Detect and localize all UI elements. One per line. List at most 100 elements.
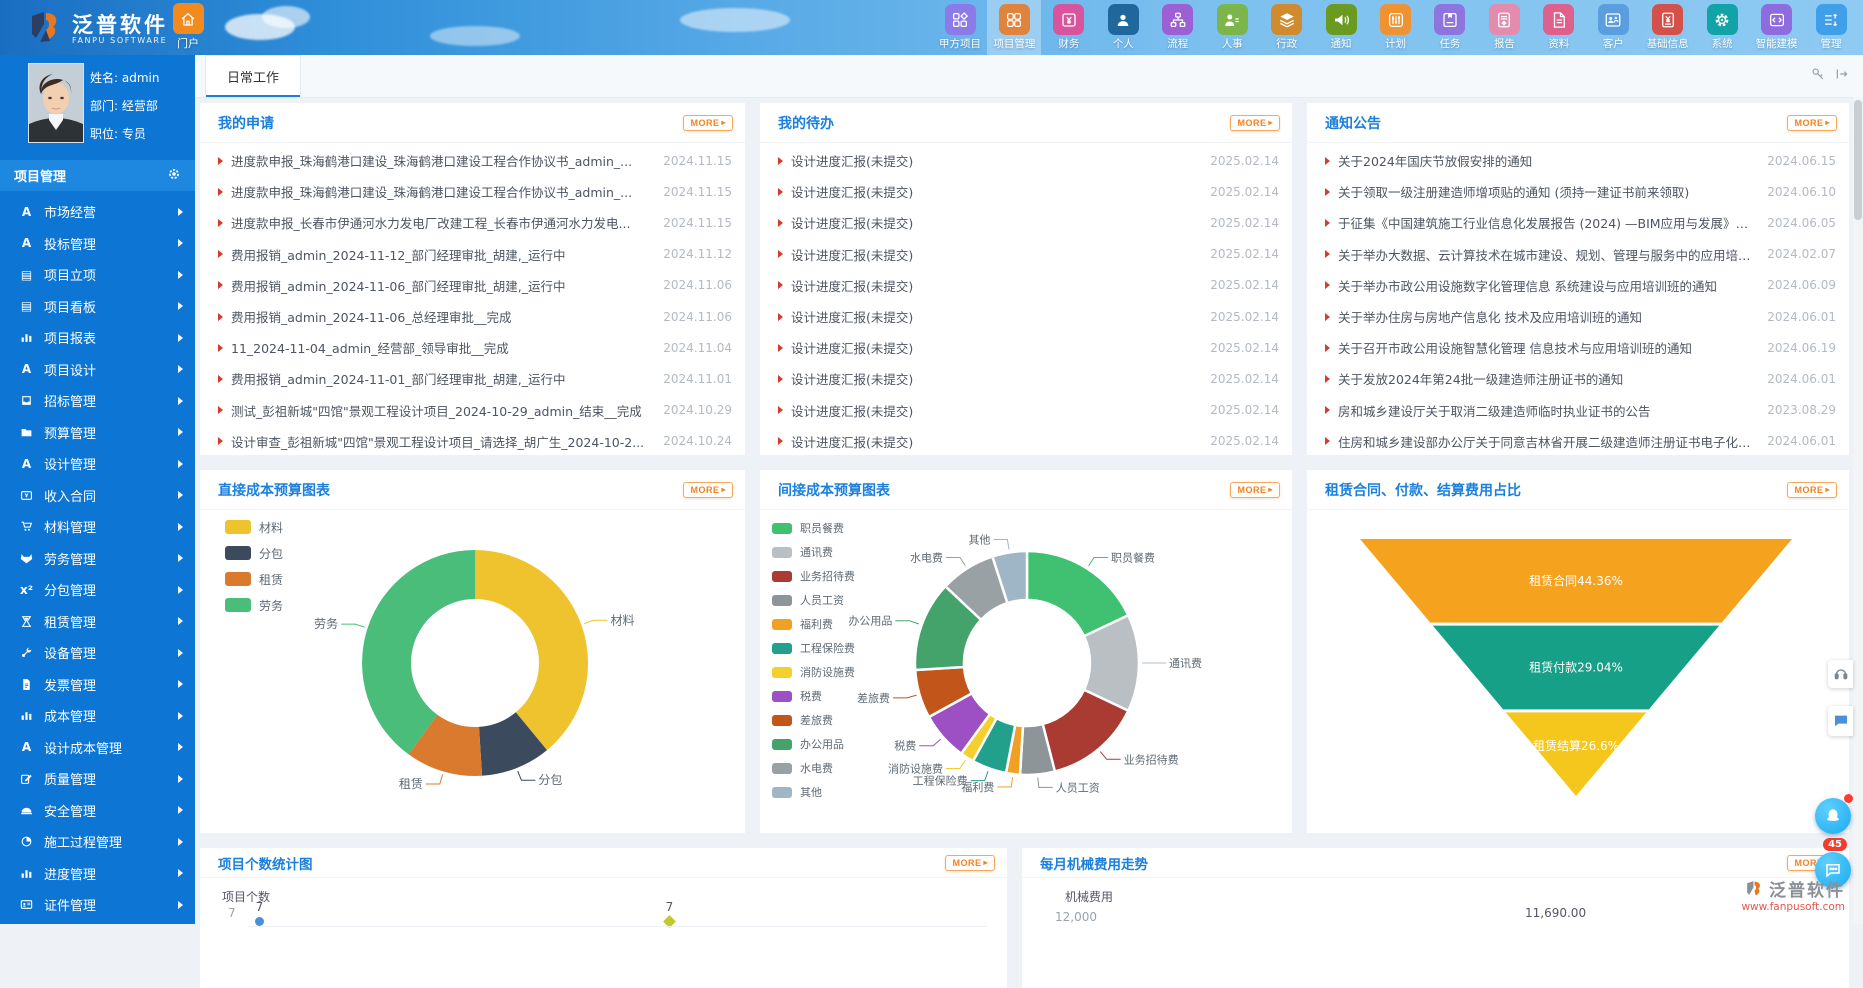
top-nav-item[interactable]: 系统: [1695, 0, 1749, 55]
list-item[interactable]: 关于2024年国庆节放假安排的通知 2024.06.15: [1325, 145, 1836, 176]
top-nav-item[interactable]: 基础信息: [1641, 0, 1695, 55]
list-item[interactable]: 进度款申报_珠海鹤港口建设_珠海鹤港口建设工程合作协议书_admin_... 2…: [218, 176, 732, 207]
list-item[interactable]: 设计进度汇报(未提交) 2025.02.14: [778, 332, 1279, 363]
list-item[interactable]: 11_2024-11-04_admin_经营部_领导审批__完成 2024.11…: [218, 332, 732, 363]
key-icon[interactable]: [1811, 67, 1825, 85]
sidebar-item[interactable]: A 市场经营: [0, 196, 195, 228]
top-nav-item[interactable]: 客户: [1586, 0, 1640, 55]
sidebar-item[interactable]: 预算管理: [0, 417, 195, 449]
list-item[interactable]: 设计进度汇报(未提交) 2025.02.14: [778, 176, 1279, 207]
tab-daily-work[interactable]: 日常工作: [205, 55, 301, 97]
item-date: 2024.10.24: [653, 434, 732, 448]
sidebar-item[interactable]: 招标管理: [0, 385, 195, 417]
list-item[interactable]: 设计进度汇报(未提交) 2025.02.14: [778, 145, 1279, 176]
list-item[interactable]: 设计审查_彭祖新城"四馆"景观工程设计项目_请选择_胡广生_2024-10-2.…: [218, 426, 732, 455]
sidebar-item[interactable]: ▤ 项目看板: [0, 291, 195, 323]
top-nav-item[interactable]: 任务: [1423, 0, 1477, 55]
service-button[interactable]: [1815, 798, 1851, 834]
list-item[interactable]: 设计进度汇报(未提交) 2025.02.14: [778, 426, 1279, 455]
sidebar-item[interactable]: 施工过程管理: [0, 826, 195, 858]
list-item[interactable]: 关于发放2024年第24批一级建造师注册证书的通知 2024.06.01: [1325, 363, 1836, 394]
top-nav-item[interactable]: 流程: [1151, 0, 1205, 55]
sidebar-item[interactable]: 质量管理: [0, 763, 195, 795]
indirect-cost-donut-chart[interactable]: 职员餐费通讯费业务招待费人员工资福利费工程保险费消防设施费税费差旅费办公用品水电…: [760, 470, 1292, 833]
list-item[interactable]: 进度款申报_长春市伊通河水力发电厂改建工程_长春市伊通河水力发电... 2024…: [218, 207, 732, 238]
list-item[interactable]: 费用报销_admin_2024-11-06_部门经理审批_胡建,_运行中 202…: [218, 270, 732, 301]
rental-funnel-chart[interactable]: 租赁合同44.36%租赁付款29.04%租赁结算26.6%: [1307, 470, 1849, 833]
top-nav-item[interactable]: 项目管理: [987, 0, 1041, 55]
top-nav-item[interactable]: 甲方项目: [933, 0, 987, 55]
scrollbar-thumb[interactable]: [1854, 100, 1862, 220]
list-item[interactable]: 关于领取一级注册建造师增项贴的通知 (须持一建证书前来领取) 2024.06.1…: [1325, 176, 1836, 207]
list-item[interactable]: 房和城乡建设厅关于取消二级建造师临时执业证书的公告 2023.08.29: [1325, 395, 1836, 426]
sidebar-item[interactable]: 发票管理: [0, 669, 195, 701]
expand-icon[interactable]: [1835, 67, 1849, 85]
list-item[interactable]: 于征集《中国建筑施工行业信息化发展报告 (2024) —BIM应用与发展》材料.…: [1325, 207, 1836, 238]
sidebar-item[interactable]: 劳务管理: [0, 543, 195, 575]
list-item[interactable]: 费用报销_admin_2024-11-12_部门经理审批_胡建,_运行中 202…: [218, 239, 732, 270]
list-item[interactable]: 设计进度汇报(未提交) 2025.02.14: [778, 270, 1279, 301]
top-nav-item[interactable]: 行政: [1260, 0, 1314, 55]
y-axis-tick: 7: [228, 906, 236, 920]
top-nav-item[interactable]: 人事: [1205, 0, 1259, 55]
sidebar-item[interactable]: ▤ 项目立项: [0, 259, 195, 291]
list-item[interactable]: 关于举办住房与房地产信息化 技术及应用培训班的通知 2024.06.01: [1325, 301, 1836, 332]
top-nav-item[interactable]: 计划: [1369, 0, 1423, 55]
more-button[interactable]: MORE▸: [1230, 115, 1280, 131]
sidebar-item[interactable]: 成本管理: [0, 700, 195, 732]
sidebar-item[interactable]: 项目报表: [0, 322, 195, 354]
more-button[interactable]: MORE▸: [683, 115, 733, 131]
list-item[interactable]: 设计进度汇报(未提交) 2025.02.14: [778, 363, 1279, 394]
sidebar-module-header[interactable]: 项目管理: [0, 160, 195, 191]
data-point[interactable]: 7: [665, 900, 674, 926]
list-item[interactable]: 设计进度汇报(未提交) 2025.02.14: [778, 207, 1279, 238]
sidebar-item[interactable]: 安全管理: [0, 795, 195, 827]
portal-nav-item[interactable]: 门户: [168, 3, 208, 55]
scrollbar-track[interactable]: [1853, 97, 1863, 924]
list-item[interactable]: 设计进度汇报(未提交) 2025.02.14: [778, 301, 1279, 332]
list-item[interactable]: 设计进度汇报(未提交) 2025.02.14: [778, 395, 1279, 426]
data-point[interactable]: 7: [255, 900, 264, 926]
sidebar-item[interactable]: x² 分包管理: [0, 574, 195, 606]
funnel-section[interactable]: [1506, 712, 1647, 796]
more-button[interactable]: MORE▸: [945, 855, 995, 871]
list-item[interactable]: 住房和城乡建设部办公厅关于同意吉林省开展二级建造师注册证书电子化试点... 20…: [1325, 426, 1836, 455]
gear-icon[interactable]: [167, 167, 181, 185]
contact-widget[interactable]: [1828, 660, 1853, 688]
sidebar-item[interactable]: A 项目设计: [0, 354, 195, 386]
list-item[interactable]: 测试_彭祖新城"四馆"景观工程设计项目_2024-10-29_admin_结束_…: [218, 395, 732, 426]
list-item[interactable]: 关于举办市政公用设施数字化管理信息 系统建设与应用培训班的通知 2024.06.…: [1325, 270, 1836, 301]
circle-marker-icon: [255, 917, 264, 926]
top-nav-item[interactable]: 财务: [1042, 0, 1096, 55]
list-item[interactable]: 费用报销_admin_2024-11-01_部门经理审批_胡建,_运行中 202…: [218, 363, 732, 394]
sidebar-item[interactable]: A 设计管理: [0, 448, 195, 480]
list-item[interactable]: 关于举办大数据、云计算技术在城市建设、规划、管理与服务中的应用培训班... 20…: [1325, 239, 1836, 270]
list-item[interactable]: 关于召开市政公用设施智慧化管理 信息技术与应用培训班的通知 2024.06.19: [1325, 332, 1836, 363]
top-nav-item[interactable]: 智能建模: [1750, 0, 1804, 55]
sidebar-item[interactable]: 设备管理: [0, 637, 195, 669]
donut-slice[interactable]: [475, 550, 588, 750]
more-button[interactable]: MORE▸: [1787, 115, 1837, 131]
sidebar-item[interactable]: 材料管理: [0, 511, 195, 543]
top-nav-item[interactable]: 报告: [1477, 0, 1531, 55]
watermark-url[interactable]: www.fanpusoft.com: [1741, 901, 1845, 913]
sidebar-item[interactable]: 收入合同: [0, 480, 195, 512]
user-avatar[interactable]: [28, 63, 84, 143]
list-item[interactable]: 费用报销_admin_2024-11-06_总经理审批__完成 2024.11.…: [218, 301, 732, 332]
sidebar-item[interactable]: A 投标管理: [0, 228, 195, 260]
sidebar-item-label: 收入合同: [44, 486, 96, 505]
sidebar-item[interactable]: 进度管理: [0, 858, 195, 890]
message-widget[interactable]: [1828, 706, 1853, 736]
top-nav-item[interactable]: 个人: [1096, 0, 1150, 55]
label-leader-line: [919, 739, 941, 746]
top-nav-item[interactable]: 管理: [1804, 0, 1858, 55]
donut-slice[interactable]: [362, 550, 475, 754]
sidebar-item[interactable]: 证件管理: [0, 889, 195, 921]
top-nav-item[interactable]: 通知: [1314, 0, 1368, 55]
list-item[interactable]: 设计进度汇报(未提交) 2025.02.14: [778, 239, 1279, 270]
sidebar-item[interactable]: A 设计成本管理: [0, 732, 195, 764]
list-item[interactable]: 进度款申报_珠海鹤港口建设_珠海鹤港口建设工程合作协议书_admin_... 2…: [218, 145, 732, 176]
top-nav-item[interactable]: 资料: [1532, 0, 1586, 55]
direct-cost-donut-chart[interactable]: 材料分包租赁劳务: [200, 470, 745, 833]
sidebar-item[interactable]: 租赁管理: [0, 606, 195, 638]
